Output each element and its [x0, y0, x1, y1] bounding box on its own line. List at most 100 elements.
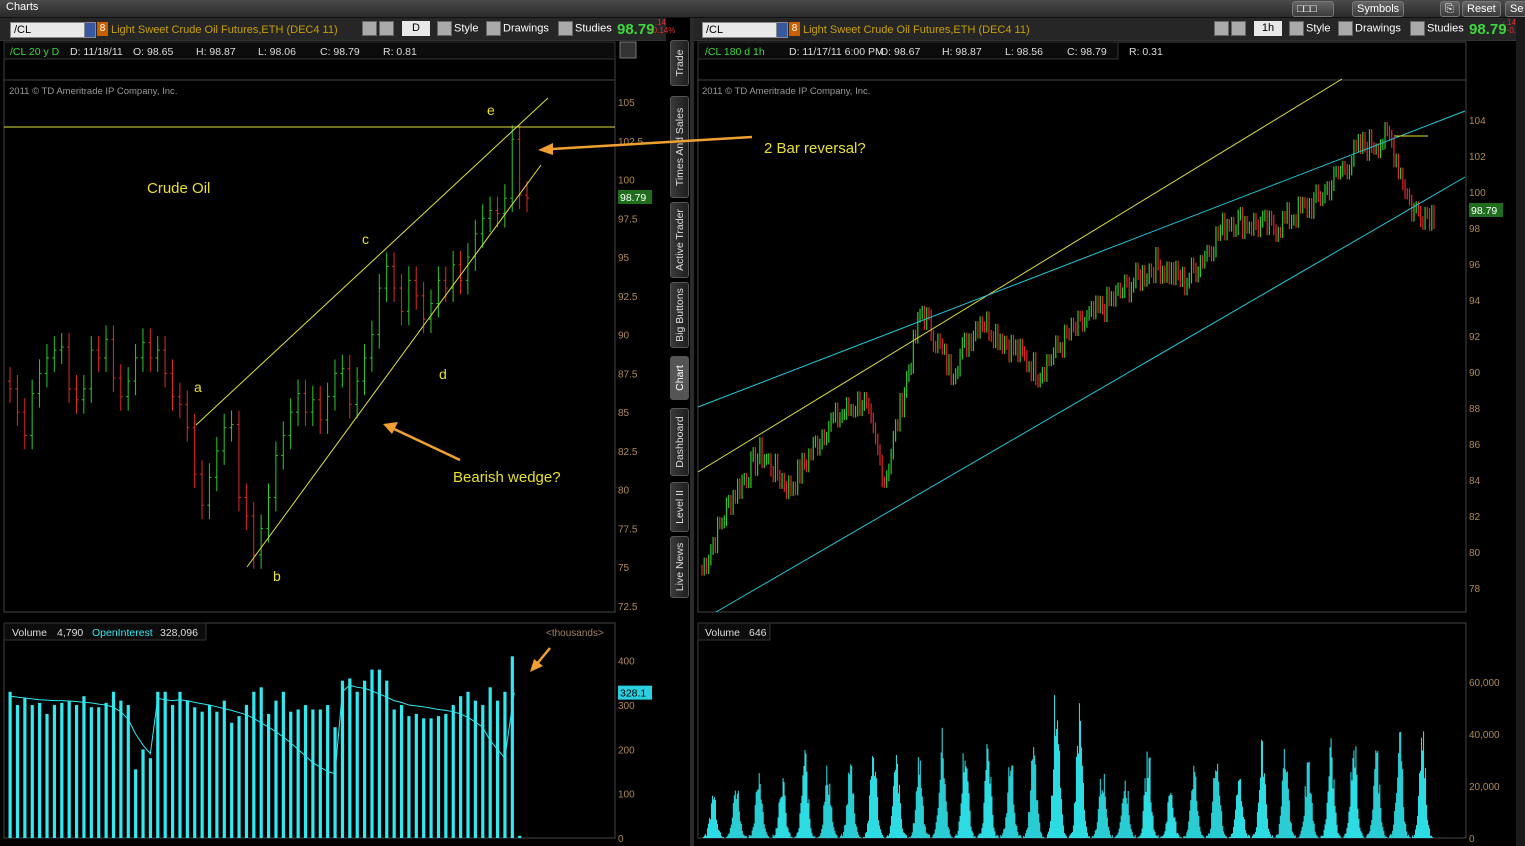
left-volume-bar: [52, 705, 57, 838]
left-volume-bar: [429, 718, 433, 838]
left-volume-bar: [45, 713, 49, 838]
left-volume-bar: [333, 727, 337, 838]
left-oi-label: OpenInterest: [92, 627, 153, 639]
left-y-tick: 75: [618, 563, 630, 574]
right-drawings-button[interactable]: Drawings: [1338, 21, 1401, 36]
left-y-tick: 105: [618, 98, 635, 109]
drawings-icon: [1338, 21, 1353, 36]
left-y-tick: 97.5: [618, 214, 638, 225]
left-volume-bar: [318, 709, 322, 838]
left-volume-bar: [141, 749, 145, 838]
left-y-tick: 82.5: [618, 447, 638, 458]
tab-big-buttons[interactable]: Big Buttons: [670, 282, 689, 348]
left-volume-bar: [60, 702, 64, 838]
left-y-tick: 80: [618, 486, 630, 497]
zoom-icon[interactable]: [1231, 21, 1246, 36]
tab-live-news[interactable]: Live News: [670, 536, 689, 598]
left-link-badge[interactable]: 8: [97, 22, 108, 36]
wave-label-d: d: [439, 366, 447, 382]
bearish-wedge-arrowhead: [383, 422, 398, 434]
crosshair-icon[interactable]: [362, 21, 377, 36]
left-volume-bar: [355, 691, 359, 838]
right-description: Light Sweet Crude Oil Futures,ETH (DEC4 …: [803, 24, 1030, 36]
left-symbol-dropdown[interactable]: [84, 22, 96, 38]
crude-oil-title: Crude Oil: [147, 180, 210, 197]
wedge-lower-line: [246, 164, 542, 568]
tab-chart[interactable]: Chart: [670, 356, 689, 400]
left-volume-bar: [303, 705, 308, 838]
right-y-tick: 92: [1469, 332, 1481, 343]
right-volume-value: 646: [749, 627, 767, 639]
right-style-button[interactable]: Style: [1289, 21, 1330, 36]
right-y-tick: 90: [1469, 368, 1481, 379]
left-volume-bar: [23, 698, 27, 838]
bearish-wedge-label: Bearish wedge?: [453, 469, 561, 486]
symbols-button[interactable]: Symbols: [1352, 1, 1405, 17]
tab-dashboard[interactable]: Dashboard: [670, 408, 689, 476]
left-volume-bar: [148, 758, 153, 838]
right-symbol-input[interactable]: /CL: [702, 22, 777, 38]
crosshair-icon[interactable]: [1214, 21, 1229, 36]
right-scroll-edge: [1516, 18, 1525, 846]
left-volume-tick: 0: [618, 834, 624, 845]
tab-trade[interactable]: Trade: [670, 40, 689, 86]
left-volume-bar: [252, 691, 256, 838]
volume-spike-arrowhead: [530, 659, 543, 672]
layout-button[interactable]: □□□: [1292, 1, 1334, 17]
left-volume-bar: [30, 705, 34, 838]
left-volume-bar: [281, 691, 285, 838]
left-style-button[interactable]: Style: [437, 21, 478, 36]
right-y-tick: 96: [1469, 260, 1481, 271]
right-link-badge[interactable]: 8: [789, 22, 800, 36]
right-symbol-dropdown[interactable]: [776, 22, 788, 38]
left-volume-bar: [363, 680, 367, 838]
left-volume-bar: [518, 835, 522, 838]
left-header-low: L: 98.06: [258, 46, 296, 58]
tab-level-ii[interactable]: Level II: [670, 482, 689, 532]
left-volume-bar: [193, 707, 197, 838]
right-volume-tick: 60,000: [1469, 678, 1500, 689]
left-studies-button[interactable]: Studies: [558, 21, 612, 36]
left-y-tick: 87.5: [618, 369, 638, 380]
style-icon: [437, 21, 452, 36]
left-volume-bar: [510, 656, 514, 838]
left-aggregation[interactable]: D: [402, 21, 430, 36]
right-y-tick: 80: [1469, 548, 1481, 559]
left-chart-svg[interactable]: /CL 20 y D D: 11/18/11 O: 98.65 H: 98.87 L: …: [0, 40, 666, 846]
wave-label-a: a: [194, 379, 202, 395]
app-top-bar: Charts □□□ Symbols ⎘ Reset Se: [0, 0, 1525, 18]
left-tool-icons[interactable]: [362, 21, 396, 36]
left-volume-bar: [8, 691, 12, 838]
studies-icon: [558, 21, 573, 36]
right-sidebar-tabs: Trade Times And Sales Active Trader Big …: [666, 40, 690, 600]
zoom-icon[interactable]: [379, 21, 394, 36]
left-y-tick: 100: [618, 176, 635, 187]
charts-tab[interactable]: Charts: [6, 1, 38, 13]
left-volume-tick: 100: [618, 790, 635, 801]
tab-times-and-sales[interactable]: Times And Sales: [670, 96, 689, 198]
left-volume-bar: [111, 691, 116, 838]
left-volume-bar: [444, 713, 448, 838]
left-volume-bar: [495, 700, 500, 838]
left-volume-bar: [119, 700, 123, 838]
left-volume-bar: [185, 700, 189, 838]
tab-active-trader[interactable]: Active Trader: [670, 202, 689, 278]
right-header-close: C: 98.79: [1067, 46, 1107, 58]
reset-button[interactable]: Reset: [1462, 1, 1501, 17]
right-chart-svg[interactable]: /CL 180 d 1h D: 11/17/11 6:00 PMO: 98.67 H…: [694, 40, 1516, 846]
left-volume-bar: [296, 709, 300, 838]
right-tool-icons[interactable]: [1214, 21, 1248, 36]
left-y-tick: 90: [618, 331, 630, 342]
left-volume-bar: [414, 713, 418, 838]
print-icon[interactable]: ⎘: [1440, 1, 1460, 17]
left-volume-bar: [311, 709, 315, 838]
setup-button[interactable]: Se: [1505, 1, 1525, 17]
left-drawings-button[interactable]: Drawings: [486, 21, 549, 36]
left-symbol-input[interactable]: /CL: [10, 22, 85, 38]
left-volume-label: Volume: [12, 627, 47, 639]
right-studies-button[interactable]: Studies: [1410, 21, 1464, 36]
right-aggregation[interactable]: 1h: [1254, 21, 1282, 36]
left-header-period: /CL 20 y D: [10, 46, 60, 58]
wave-label-b: b: [273, 568, 281, 584]
spacer: [538, 658, 548, 747]
